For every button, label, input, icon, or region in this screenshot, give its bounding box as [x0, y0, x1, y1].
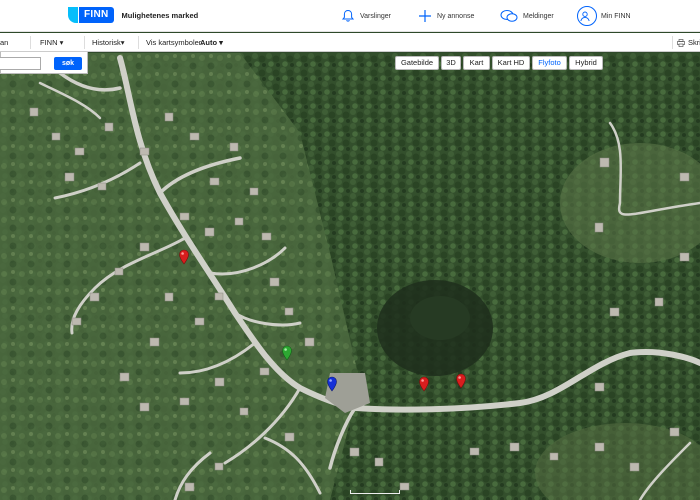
- map-toolbar: an FINN ▾ Historisk▾ Vis kartsymboler: A…: [0, 33, 700, 52]
- user-avatar-icon: [577, 6, 597, 26]
- printer-icon: [677, 38, 685, 47]
- red-map-pin[interactable]: [178, 249, 190, 265]
- nav-label: Meldinger: [523, 12, 554, 20]
- toolbar-divider: [672, 36, 673, 49]
- maptype-kart[interactable]: Kart: [463, 56, 490, 70]
- maptype-gatebilde[interactable]: Gatebilde: [395, 56, 439, 70]
- toolbar-divider: [84, 36, 85, 49]
- search-button[interactable]: søk: [54, 57, 82, 70]
- green-map-pin[interactable]: [281, 345, 293, 361]
- chat-icon: [500, 10, 518, 22]
- maptype-hybrid[interactable]: Hybrid: [569, 56, 603, 70]
- nav-label: Ny annonse: [437, 12, 475, 20]
- search-input[interactable]: [0, 57, 41, 70]
- plus-icon: [419, 10, 431, 22]
- blue-map-pin[interactable]: [326, 376, 338, 392]
- print-button[interactable]: Skri: [677, 38, 700, 47]
- maptype-3d[interactable]: 3D: [441, 56, 461, 70]
- finn-logo[interactable]: FINN Mulighetenes marked: [68, 7, 198, 23]
- map-symbols-label: Vis kartsymboler:: [146, 38, 204, 47]
- finn-menu[interactable]: FINN ▾: [40, 38, 63, 47]
- maptype-kart-hd[interactable]: Kart HD: [492, 56, 530, 70]
- finn-logo-text: FINN: [79, 7, 114, 23]
- aerial-map[interactable]: [0, 53, 700, 500]
- toolbar-item-partial[interactable]: an: [0, 38, 8, 47]
- top-header: FINN Mulighetenes marked Varslinger Ny a…: [0, 0, 700, 32]
- toolbar-divider: [30, 36, 31, 49]
- toolbar-divider: [138, 36, 139, 49]
- map-scale-bar: [350, 490, 400, 494]
- aerial-photo-image: [0, 53, 700, 500]
- finn-logo-mark-icon: [68, 7, 78, 23]
- nav-meldinger[interactable]: Meldinger: [500, 6, 554, 26]
- bell-icon: [341, 9, 355, 22]
- map-symbols-select[interactable]: Auto ▾: [200, 38, 223, 47]
- nav-min-finn[interactable]: Min FINN: [577, 6, 631, 26]
- historisk-menu[interactable]: Historisk▾: [92, 38, 125, 47]
- tagline: Mulighetenes marked: [121, 10, 199, 20]
- search-panel: søk: [0, 52, 88, 74]
- nav-ny-annonse[interactable]: Ny annonse: [418, 6, 474, 26]
- nav-varslinger[interactable]: Varslinger: [341, 6, 391, 26]
- nav-label: Min FINN: [601, 12, 631, 20]
- maptype-flyfoto[interactable]: Flyfoto: [532, 56, 567, 70]
- print-label: Skri: [688, 38, 700, 47]
- nav-label: Varslinger: [360, 12, 391, 20]
- red-map-pin[interactable]: [418, 376, 430, 392]
- red-map-pin[interactable]: [455, 373, 467, 389]
